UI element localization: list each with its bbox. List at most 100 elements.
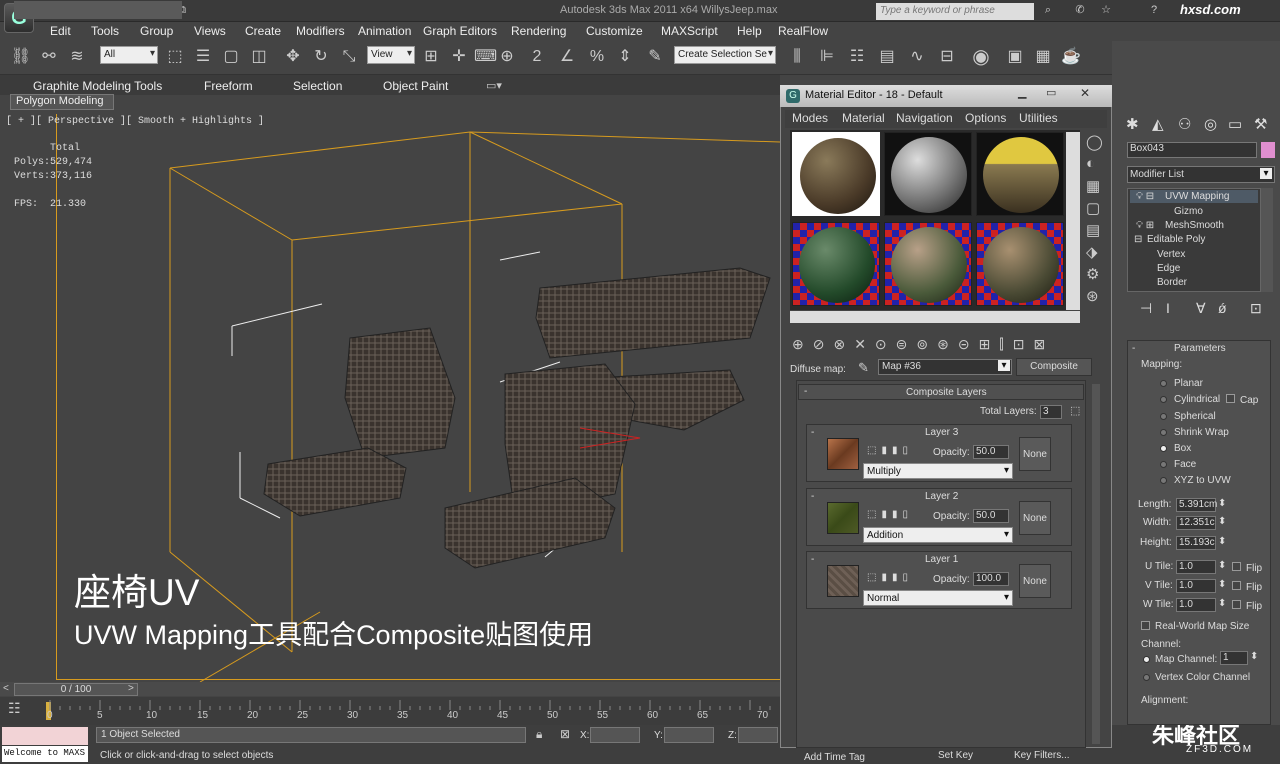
time-prev-icon[interactable]: <	[3, 683, 9, 694]
layer-2-blend-mode-dropdown[interactable]: Addition	[863, 527, 1013, 543]
menu-graph-editors[interactable]: Graph Editors	[423, 24, 497, 38]
spinner-snap-icon[interactable]: ⇕	[614, 46, 636, 68]
sample-slots-vscrollbar[interactable]	[1066, 132, 1080, 310]
w-flip-checkbox[interactable]	[1232, 600, 1241, 609]
absolute-mode-icon[interactable]: ⊠	[560, 727, 570, 741]
menu-customize[interactable]: Customize	[586, 24, 643, 38]
layer-3-mask-button[interactable]: None	[1019, 437, 1051, 471]
video-color-check-icon[interactable]: ▤	[1086, 221, 1100, 239]
stack-visibility-icon[interactable]: 💡︎ ⊞	[1136, 220, 1154, 231]
sample-slot[interactable]	[976, 222, 1064, 306]
rotate-icon[interactable]: ↻	[310, 46, 332, 68]
minimize-icon[interactable]: ▁	[1018, 86, 1026, 99]
show-end-result-icon[interactable]: Ι	[1166, 300, 1170, 316]
me-menu-material[interactable]: Material	[842, 111, 885, 125]
layer-controls-icons[interactable]: ⬚▮▮▯	[867, 445, 913, 456]
height-spinner-icon[interactable]: ⬍	[1218, 536, 1226, 547]
menu-group[interactable]: Group	[140, 24, 173, 38]
ribbon-options-icon[interactable]: ▭▾	[486, 79, 502, 92]
layer-collapse-icon[interactable]: -	[811, 554, 814, 565]
radio-box-selected[interactable]	[1160, 445, 1167, 452]
remove-modifier-icon[interactable]: ǿ	[1218, 300, 1227, 316]
sample-slot[interactable]	[884, 132, 972, 216]
radio-shrink-wrap[interactable]	[1160, 429, 1167, 436]
layer-manager-icon[interactable]: ☷	[846, 46, 868, 68]
backlight-icon[interactable]: ◐	[1086, 155, 1095, 172]
maxscript-listener-input[interactable]	[2, 727, 88, 745]
parameters-header[interactable]: Parameters	[1174, 343, 1226, 354]
v-tile-field[interactable]: 1.0	[1176, 579, 1216, 593]
tab-freeform[interactable]: Freeform	[204, 79, 253, 93]
radio-planar[interactable]	[1160, 380, 1167, 387]
w-tile-spinner-icon[interactable]: ⬍	[1218, 598, 1226, 609]
curve-editor-icon[interactable]: ∿	[906, 46, 928, 68]
align-icon[interactable]: ⊫	[816, 46, 838, 68]
motion-tab-icon[interactable]: ◎	[1204, 115, 1217, 133]
mini-curve-editor-icon[interactable]: ☷	[8, 700, 21, 717]
tab-object-paint[interactable]: Object Paint	[383, 79, 448, 93]
rollout-collapse-icon[interactable]: -	[804, 386, 807, 397]
select-manipulate-icon[interactable]: ✛	[448, 46, 470, 68]
rendered-frame-window-icon[interactable]: ▦	[1032, 46, 1054, 68]
percent-snap-icon[interactable]: %	[586, 46, 608, 68]
maximize-icon[interactable]: ▭	[1046, 86, 1056, 99]
radio-vertex-color[interactable]	[1143, 674, 1150, 681]
window-crossing-icon[interactable]: ◫	[248, 46, 270, 68]
stack-item-border[interactable]: Border	[1157, 277, 1187, 288]
radio-spherical[interactable]	[1160, 413, 1167, 420]
menu-views[interactable]: Views	[194, 24, 226, 38]
stack-item-vertex[interactable]: Vertex	[1157, 249, 1185, 260]
me-menu-navigation[interactable]: Navigation	[896, 111, 953, 125]
help-icon[interactable]: ?	[1146, 3, 1162, 18]
material-options-icon[interactable]: ⚙	[1086, 265, 1099, 283]
mirror-icon[interactable]: ⫼	[786, 46, 808, 68]
object-name-field[interactable]: Box043	[1127, 142, 1257, 158]
rollout-collapse-icon[interactable]: -	[1132, 343, 1135, 354]
pick-material-icon[interactable]: ✎	[858, 360, 869, 376]
stack-item-uvw-mapping[interactable]: UVW Mapping	[1165, 191, 1229, 202]
schematic-view-icon[interactable]: ⊟	[936, 46, 958, 68]
snaps-toggle-icon[interactable]: ⊕	[496, 46, 518, 68]
keyboard-shortcut-icon[interactable]: ⌨	[474, 46, 497, 68]
rectangular-selection-icon[interactable]: ▢	[220, 46, 242, 68]
menu-tools[interactable]: Tools	[91, 24, 119, 38]
menu-create[interactable]: Create	[245, 24, 281, 38]
binoculars-icon[interactable]: ⌕	[1040, 3, 1056, 18]
angle-snap-icon[interactable]: ∠	[556, 46, 578, 68]
snap-25-icon[interactable]: 2	[526, 46, 548, 68]
select-by-material-icon[interactable]: ⊛	[1086, 287, 1099, 305]
set-key-button[interactable]: Set Key	[938, 750, 973, 761]
pivot-center-icon[interactable]: ⊞	[420, 46, 442, 68]
search-input[interactable]: Type a keyword or phrase	[876, 3, 1034, 20]
maxscript-output[interactable]: Welcome to MAXS	[2, 746, 88, 762]
width-field[interactable]: 12.351c	[1176, 516, 1216, 530]
w-tile-field[interactable]: 1.0	[1176, 598, 1216, 612]
layer-1-blend-mode-dropdown[interactable]: Normal	[863, 590, 1013, 606]
tab-selection[interactable]: Selection	[293, 79, 342, 93]
height-field[interactable]: 15.193c	[1176, 536, 1216, 550]
y-coord-field[interactable]	[664, 727, 714, 743]
mapping-option-planar[interactable]: Planar	[1174, 378, 1203, 389]
layer-3-blend-mode-dropdown[interactable]: Multiply	[863, 463, 1013, 479]
hierarchy-tab-icon[interactable]: ⚇	[1178, 115, 1191, 133]
real-world-map-checkbox[interactable]	[1141, 621, 1150, 630]
mapping-option-cylindrical[interactable]: Cylindrical	[1174, 394, 1220, 405]
layer-1-texture[interactable]	[827, 565, 859, 597]
sample-slot[interactable]	[792, 132, 880, 216]
me-menu-utilities[interactable]: Utilities	[1019, 111, 1058, 125]
render-production-icon[interactable]: ☕	[1060, 46, 1082, 68]
v-flip-checkbox[interactable]	[1232, 581, 1241, 590]
time-next-icon[interactable]: >	[128, 683, 134, 694]
layer-collapse-icon[interactable]: -	[811, 491, 814, 502]
x-coord-field[interactable]	[590, 727, 640, 743]
sample-slot[interactable]	[976, 132, 1064, 216]
length-field[interactable]: 5.391cm	[1176, 498, 1217, 512]
material-toolbar-icons[interactable]: ⊕⊘⊗✕⊙⊜⊚⊛⊝⊞⫿⊡⊠	[792, 336, 1054, 353]
stack-collapse-icon[interactable]: ⊟	[1134, 234, 1142, 245]
utilities-tab-icon[interactable]: ⚒	[1254, 115, 1267, 133]
v-tile-spinner-icon[interactable]: ⬍	[1218, 579, 1226, 590]
u-flip-checkbox[interactable]	[1232, 562, 1241, 571]
mapping-option-spherical[interactable]: Spherical	[1174, 411, 1216, 422]
sample-slot[interactable]	[792, 222, 880, 306]
u-tile-spinner-icon[interactable]: ⬍	[1218, 560, 1226, 571]
